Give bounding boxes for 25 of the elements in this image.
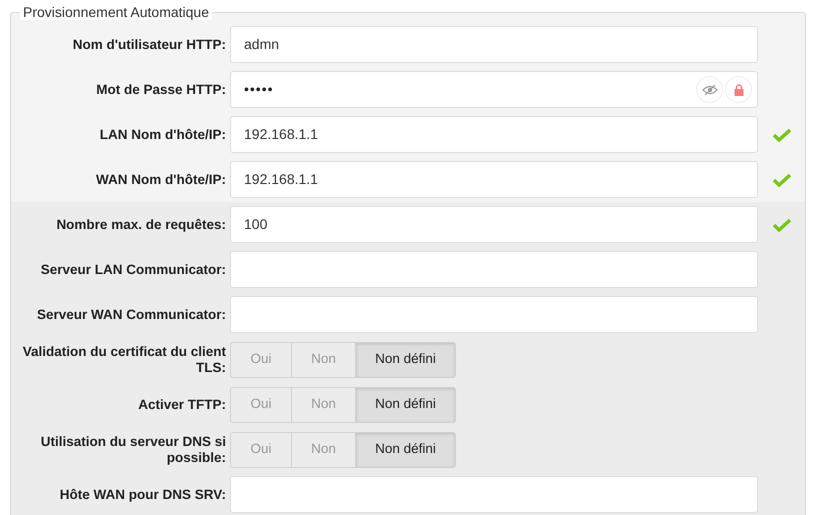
- field-label: Mot de Passe HTTP:: [95, 82, 227, 98]
- field-label: Serveur WAN Communicator:: [36, 306, 227, 322]
- field-label: WAN Nom d'hôte/IP:: [95, 172, 227, 188]
- field-label: Nombre max. de requêtes:: [55, 216, 227, 232]
- toggle-option[interactable]: Non défini: [355, 388, 455, 422]
- field-label: Nom d'utilisateur HTTP:: [72, 36, 227, 52]
- visibility-toggle-icon[interactable]: [696, 76, 723, 103]
- input-field[interactable]: 192.168.1.1: [230, 116, 758, 153]
- input-field[interactable]: 100: [230, 206, 758, 243]
- field-label: Validation du certificat du client TLS:: [22, 344, 227, 376]
- fieldset-legend: Provisionnement Automatique: [20, 4, 212, 20]
- input-field[interactable]: [230, 476, 758, 513]
- input-field[interactable]: [230, 296, 758, 333]
- input-field[interactable]: 192.168.1.1: [230, 161, 758, 198]
- field-label: Serveur LAN Communicator:: [40, 262, 227, 278]
- input-field[interactable]: admn: [230, 26, 758, 63]
- password-field[interactable]: •••••: [230, 71, 758, 108]
- field-label: Activer TFTP:: [137, 396, 227, 412]
- field-label: Utilisation du serveur DNS si possible:: [40, 434, 227, 466]
- input-field[interactable]: [230, 251, 758, 288]
- field-label: Hôte WAN pour DNS SRV:: [58, 486, 227, 502]
- toggle-option[interactable]: Non défini: [355, 342, 455, 376]
- field-label: LAN Nom d'hôte/IP:: [98, 126, 227, 142]
- toggle-option[interactable]: Non défini: [355, 432, 455, 466]
- lock-icon[interactable]: [725, 76, 752, 103]
